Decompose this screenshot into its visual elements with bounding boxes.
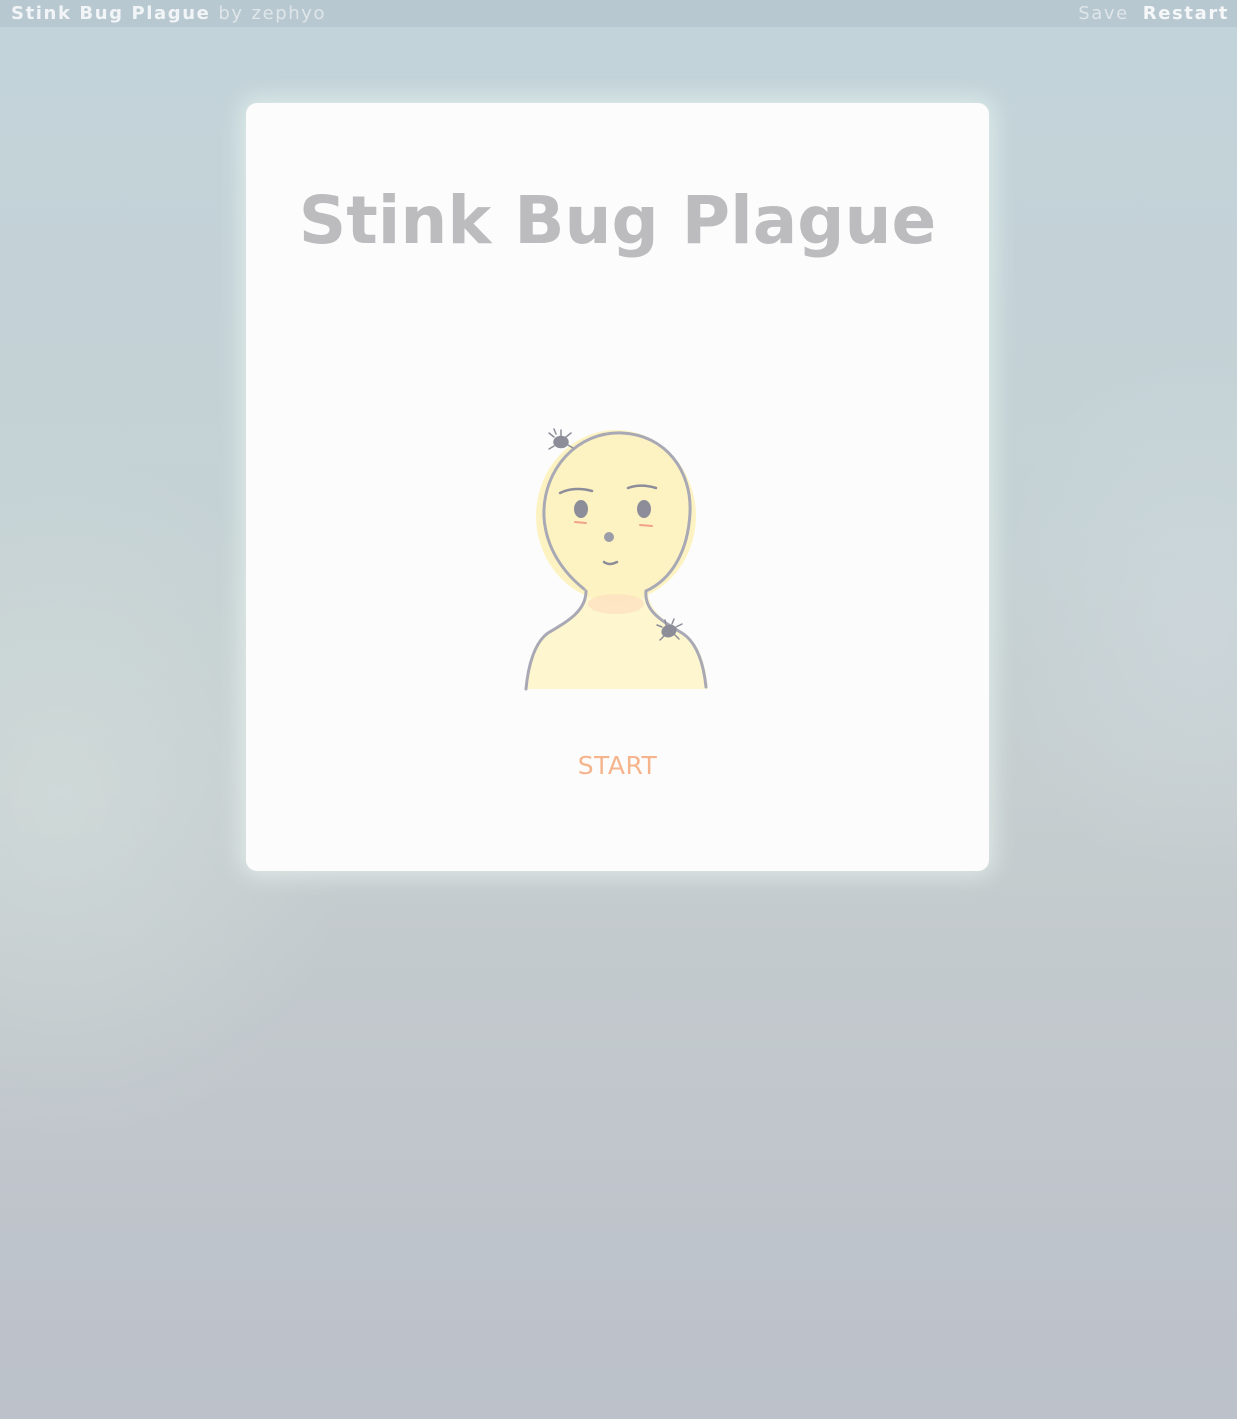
title-card: Stink Bug Plague START — [246, 103, 989, 871]
right-cheek — [639, 524, 653, 527]
left-eye — [574, 500, 588, 518]
nose — [604, 532, 614, 542]
save-button[interactable]: Save — [1078, 3, 1129, 24]
start-button[interactable]: START — [578, 751, 658, 780]
top-menu: Save Restart — [1078, 3, 1229, 24]
author-link[interactable]: zephyo — [252, 3, 327, 24]
top-bar: Stink Bug Plague by zephyo Save Restart — [0, 0, 1237, 27]
story-title-bar: Stink Bug Plague by zephyo — [11, 3, 326, 24]
neck-blush — [588, 594, 644, 614]
stink-bug-head — [548, 428, 574, 450]
byline-text: by — [218, 3, 244, 24]
start-button-row: START — [246, 751, 989, 780]
right-eye — [637, 500, 651, 518]
left-cheek — [574, 521, 587, 524]
character-illustration — [524, 428, 708, 691]
restart-button[interactable]: Restart — [1143, 3, 1229, 24]
game-title-link[interactable]: Stink Bug Plague — [11, 3, 211, 24]
game-title: Stink Bug Plague — [298, 182, 937, 259]
